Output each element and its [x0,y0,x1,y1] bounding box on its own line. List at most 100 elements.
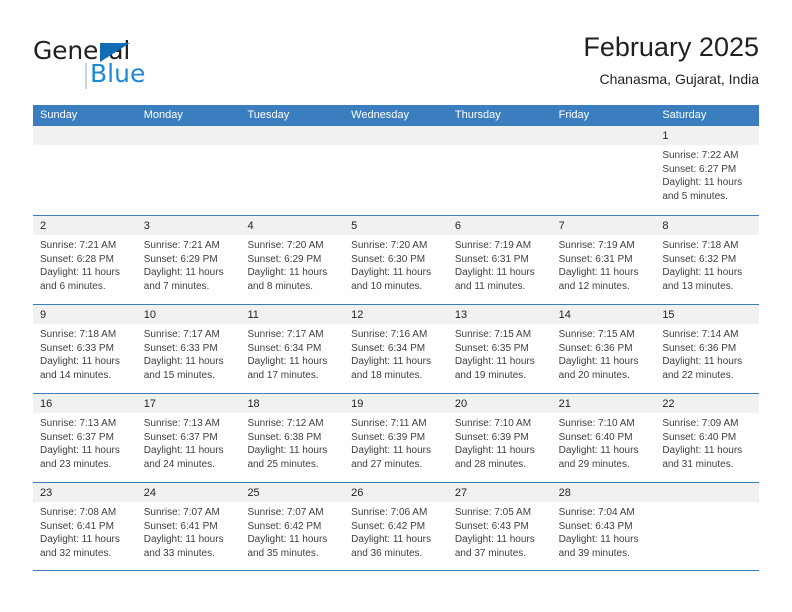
day-cell-4[interactable]: 4 Sunrise: 7:20 AM Sunset: 6:29 PM Daylight… [240,216,345,304]
day-info-line: and 36 minutes. [351,547,423,559]
day-info-line: Daylight: 11 hours [143,534,224,546]
general-blue-logo[interactable]: General Blue [33,38,233,94]
day-sun-info: Sunrise: 7:07 AM Sunset: 6:41 PM Daylight:… [137,502,241,560]
day-number-band: 12 [344,305,448,324]
day-sun-info [137,145,241,149]
day-number-band [551,126,656,145]
day-info-line: and 13 minutes. [662,280,734,292]
calendar-week-row: 16 Sunrise: 7:13 AM Sunset: 6:37 PM Dayligh… [33,393,760,482]
day-sun-info [655,502,759,506]
day-sun-info: Sunrise: 7:19 AM Sunset: 6:31 PM Daylight:… [552,235,656,293]
day-cell-26[interactable]: 26 Sunrise: 7:06 AM Sunset: 6:42 PM Dayligh… [344,483,448,570]
day-cell-7[interactable]: 7 Sunrise: 7:19 AM Sunset: 6:31 PM Daylight… [551,216,656,304]
day-info-line: Sunset: 6:37 PM [40,431,114,443]
day-info-line: Sunrise: 7:21 AM [143,240,220,251]
day-number-band: 23 [33,483,137,502]
day-number-band: 6 [447,216,552,235]
day-number: 20 [454,398,468,410]
day-cell-24[interactable]: 24 Sunrise: 7:07 AM Sunset: 6:41 PM Dayligh… [136,483,241,570]
day-number: 27 [454,487,468,499]
day-info-line: Sunrise: 7:16 AM [351,329,428,340]
day-cell-3[interactable]: 3 Sunrise: 7:21 AM Sunset: 6:29 PM Daylight… [136,216,241,304]
day-number-band: 2 [33,216,137,235]
day-info-line: Sunset: 6:37 PM [143,431,218,443]
day-sun-info: Sunrise: 7:08 AM Sunset: 6:41 PM Daylight:… [33,502,137,560]
day-info-line: Sunset: 6:41 PM [40,520,114,532]
day-cell-16[interactable]: 16 Sunrise: 7:13 AM Sunset: 6:37 PM Dayligh… [33,394,137,482]
day-cell-21[interactable]: 21 Sunrise: 7:10 AM Sunset: 6:40 PM Dayligh… [551,394,656,482]
day-info-line: Sunrise: 7:07 AM [143,507,220,518]
day-cell-6[interactable]: 6 Sunrise: 7:19 AM Sunset: 6:31 PM Daylight… [447,216,552,304]
day-cell-9[interactable]: 9 Sunrise: 7:18 AM Sunset: 6:33 PM Daylight… [33,305,137,393]
day-info-line: Sunrise: 7:10 AM [558,418,635,429]
day-info-line: Sunrise: 7:19 AM [454,240,532,251]
day-info-line: Sunrise: 7:11 AM [351,418,427,429]
day-info-line: Daylight: 11 hours [662,267,743,279]
day-info-line: Daylight: 11 hours [247,534,328,546]
day-info-line: Sunset: 6:43 PM [454,520,529,532]
day-cell-5[interactable]: 5 Sunrise: 7:20 AM Sunset: 6:30 PM Daylight… [344,216,448,304]
day-cell-11[interactable]: 11 Sunrise: 7:17 AM Sunset: 6:34 PM Dayligh… [240,305,345,393]
day-info-line: Sunrise: 7:17 AM [247,329,324,340]
day-number: 3 [143,220,150,232]
day-number-band: 25 [240,483,345,502]
day-info-line: Sunset: 6:32 PM [662,253,737,265]
day-cell-14[interactable]: 14 Sunrise: 7:15 AM Sunset: 6:36 PM Dayligh… [551,305,656,393]
day-info-line: Sunset: 6:35 PM [454,342,529,354]
day-sun-info: Sunrise: 7:21 AM Sunset: 6:29 PM Daylight:… [137,235,241,293]
day-cell-1[interactable]: 1 Sunrise: 7:22 AM Sunset: 6:27 PM Daylight… [655,126,760,215]
day-cell-23[interactable]: 23 Sunrise: 7:08 AM Sunset: 6:41 PM Dayligh… [33,483,137,570]
day-info-line: Daylight: 11 hours [247,356,328,368]
day-info-line: Sunrise: 7:13 AM [143,418,220,429]
day-number: 7 [558,220,565,232]
day-number-band: 10 [136,305,241,324]
day-number: 2 [40,220,47,232]
day-number: 19 [351,398,364,410]
day-info-line: Sunrise: 7:14 AM [662,329,739,340]
day-cell-2[interactable]: 2 Sunrise: 7:21 AM Sunset: 6:28 PM Daylight… [33,216,137,304]
day-cell-15[interactable]: 15 Sunrise: 7:14 AM Sunset: 6:36 PM Dayligh… [655,305,760,393]
day-cell-13[interactable]: 13 Sunrise: 7:15 AM Sunset: 6:35 PM Dayligh… [447,305,552,393]
day-info-line: Sunrise: 7:22 AM [662,150,739,161]
day-cell-12[interactable]: 12 Sunrise: 7:16 AM Sunset: 6:34 PM Dayligh… [344,305,448,393]
weekday-header-friday: Friday [558,109,590,121]
day-sun-info: Sunrise: 7:17 AM Sunset: 6:33 PM Daylight:… [137,324,241,382]
day-info-line: Sunset: 6:39 PM [351,431,426,443]
day-sun-info: Sunrise: 7:17 AM Sunset: 6:34 PM Daylight:… [240,324,344,382]
day-cell-8[interactable]: 8 Sunrise: 7:18 AM Sunset: 6:32 PM Daylight… [655,216,760,304]
day-cell-18[interactable]: 18 Sunrise: 7:12 AM Sunset: 6:38 PM Dayligh… [240,394,345,482]
day-info-line: Sunrise: 7:09 AM [662,418,739,429]
day-info-line: and 17 minutes. [247,369,319,381]
day-info-line: and 19 minutes. [454,369,527,381]
day-number-band: 16 [33,394,137,413]
day-info-line: and 23 minutes. [40,458,112,470]
day-info-line: Sunrise: 7:19 AM [558,240,635,251]
day-info-line: Sunset: 6:31 PM [558,253,633,265]
day-cell-17[interactable]: 17 Sunrise: 7:13 AM Sunset: 6:37 PM Dayligh… [136,394,241,482]
day-cell-10[interactable]: 10 Sunrise: 7:17 AM Sunset: 6:33 PM Dayligh… [136,305,241,393]
day-info-line: and 6 minutes. [40,280,106,292]
weekday-header-tuesday: Tuesday [247,109,290,121]
day-cell-27[interactable]: 27 Sunrise: 7:05 AM Sunset: 6:43 PM Dayligh… [447,483,552,570]
day-info-line: Sunrise: 7:20 AM [351,240,428,251]
day-cell-22[interactable]: 22 Sunrise: 7:09 AM Sunset: 6:40 PM Dayligh… [655,394,760,482]
day-cell-28[interactable]: 28 Sunrise: 7:04 AM Sunset: 6:43 PM Dayligh… [551,483,656,570]
day-info-line: Sunset: 6:38 PM [247,431,322,443]
day-number: 28 [558,487,571,499]
day-info-line: and 11 minutes. [454,280,526,292]
day-info-line: and 22 minutes. [662,369,734,381]
day-sun-info: Sunrise: 7:15 AM Sunset: 6:35 PM Daylight:… [448,324,552,382]
day-cell-19[interactable]: 19 Sunrise: 7:11 AM Sunset: 6:39 PM Dayligh… [344,394,448,482]
day-cell-25[interactable]: 25 Sunrise: 7:07 AM Sunset: 6:42 PM Dayligh… [240,483,345,570]
day-number-band [655,483,760,502]
day-sun-info: Sunrise: 7:18 AM Sunset: 6:33 PM Daylight:… [33,324,137,382]
day-number-band: 11 [240,305,345,324]
day-info-line: Sunset: 6:27 PM [662,163,737,175]
day-info-line: and 8 minutes. [247,280,314,292]
day-info-line: Daylight: 11 hours [454,445,535,457]
day-number: 12 [351,309,364,321]
day-sun-info: Sunrise: 7:07 AM Sunset: 6:42 PM Daylight:… [240,502,344,560]
day-sun-info: Sunrise: 7:16 AM Sunset: 6:34 PM Daylight:… [344,324,448,382]
day-cell-20[interactable]: 20 Sunrise: 7:10 AM Sunset: 6:39 PM Dayligh… [447,394,552,482]
day-number-band: 3 [136,216,241,235]
